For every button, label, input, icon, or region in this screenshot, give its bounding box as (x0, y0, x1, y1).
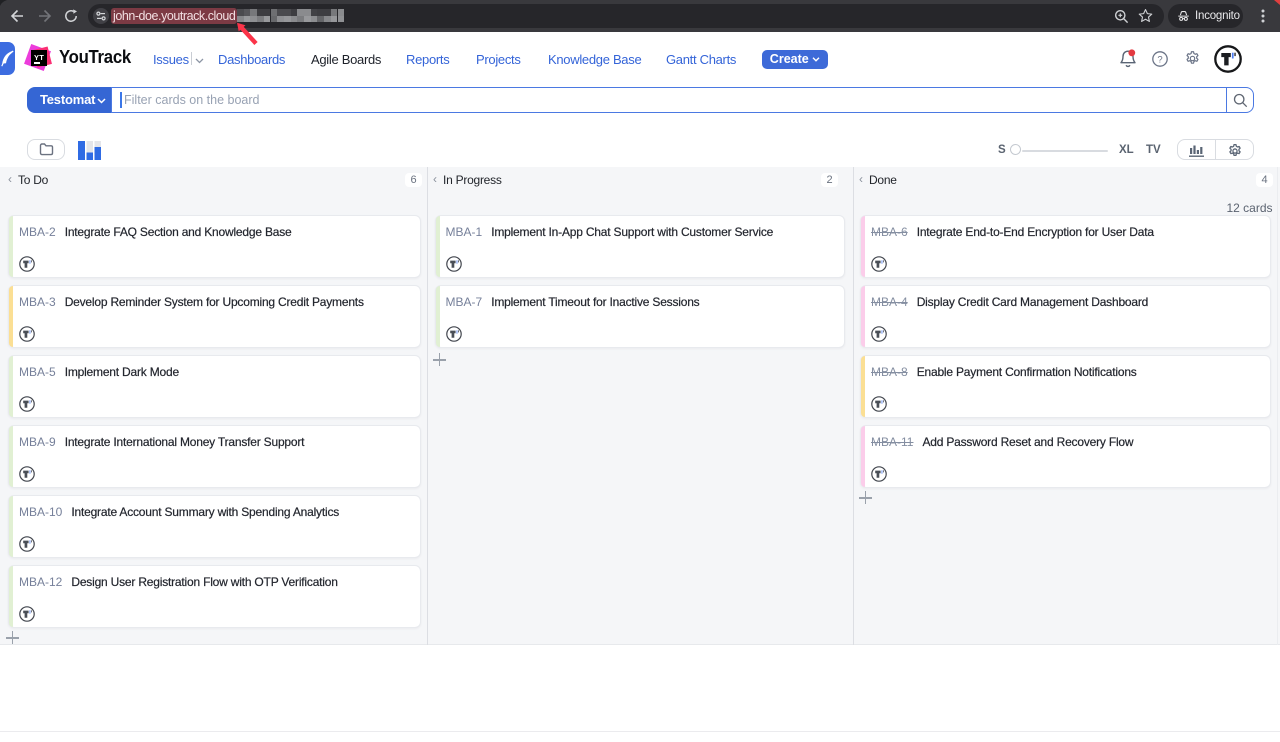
svg-text:?: ? (1157, 54, 1162, 65)
